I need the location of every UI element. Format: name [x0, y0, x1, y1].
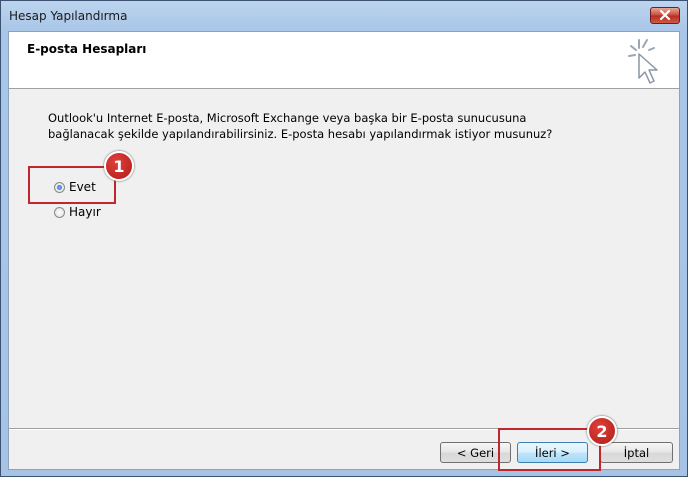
close-icon: [659, 9, 671, 21]
dialog-client: E-posta Hesapları Outlook'u Internet E-p…: [8, 31, 680, 471]
window-title: Hesap Yapılandırma: [9, 9, 128, 23]
radio-no[interactable]: Hayır: [54, 205, 101, 219]
title-bar[interactable]: Hesap Yapılandırma: [1, 1, 687, 31]
step-badge-1: 1: [104, 151, 134, 181]
highlight-box-step1: [28, 166, 116, 204]
radio-no-indicator[interactable]: [54, 206, 65, 218]
highlight-box-step2: [498, 428, 601, 471]
description-line-2: bağlanacak şekilde yapılandırabilirsiniz…: [48, 127, 553, 141]
header-panel: E-posta Hesapları: [9, 32, 679, 89]
radio-no-label: Hayır: [69, 205, 101, 219]
description-text: Outlook'u Internet E-posta, Microsoft Ex…: [48, 110, 648, 142]
cursor-sparkle-icon: [628, 39, 658, 84]
dialog-window: Hesap Yapılandırma E-posta Hesapları Out…: [0, 0, 688, 477]
page-title: E-posta Hesapları: [27, 42, 147, 56]
step-badge-2: 2: [587, 416, 617, 446]
description-line-1: Outlook'u Internet E-posta, Microsoft Ex…: [48, 111, 527, 125]
cancel-button[interactable]: İptal: [600, 442, 673, 463]
close-button[interactable]: [650, 7, 680, 24]
